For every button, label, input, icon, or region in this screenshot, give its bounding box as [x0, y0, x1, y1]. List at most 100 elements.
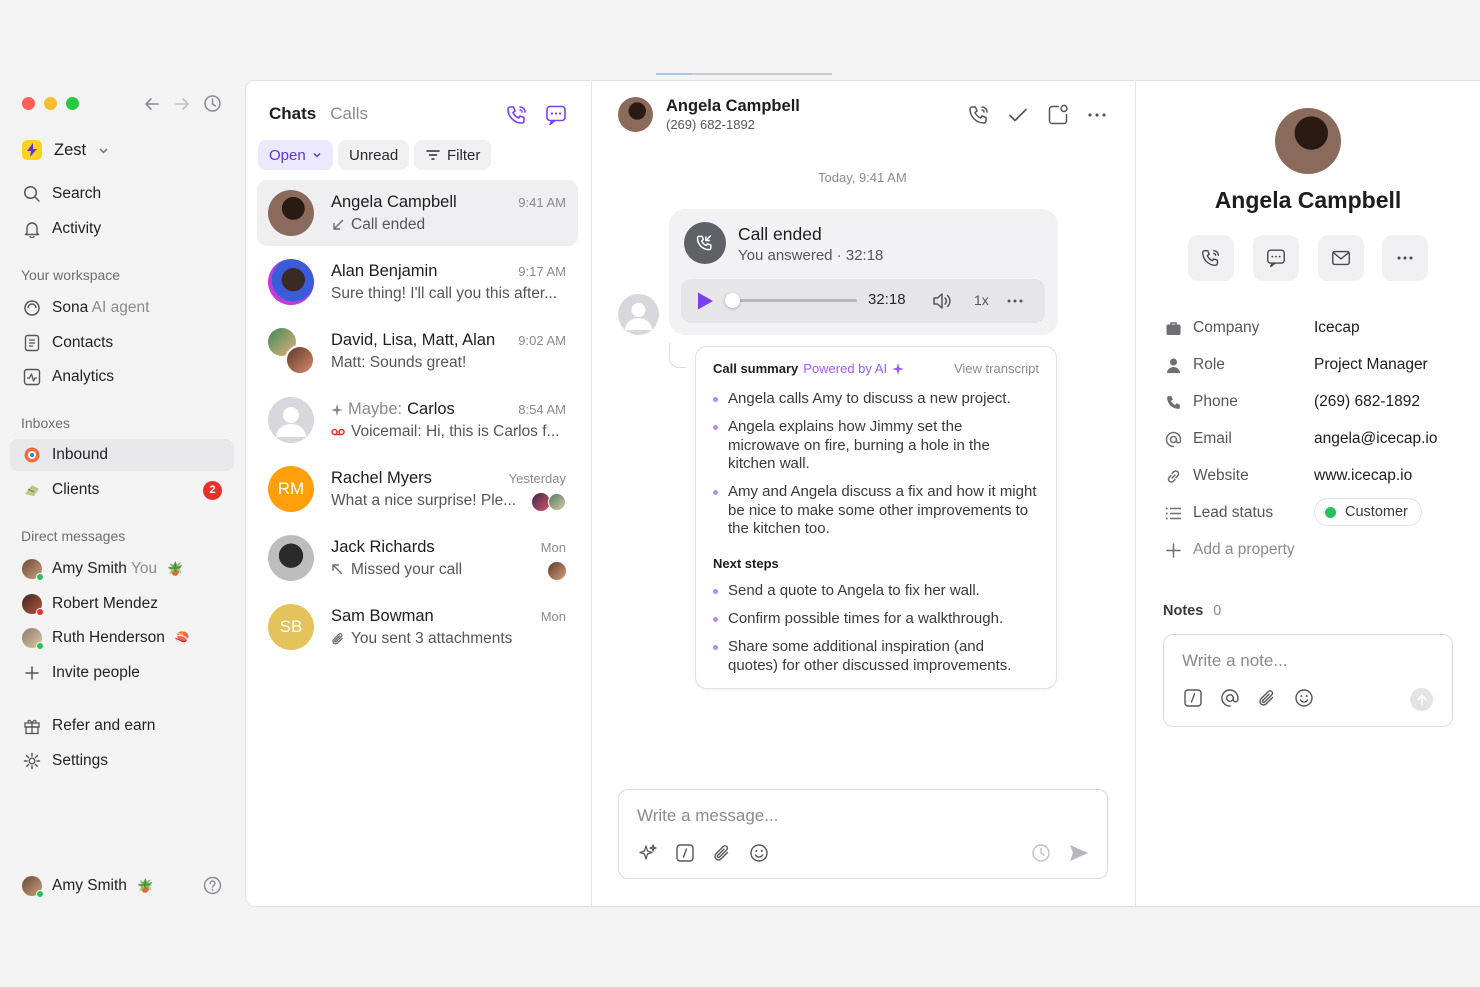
your-workspace-heading: Your workspace	[21, 267, 121, 283]
emoji-icon[interactable]	[1294, 688, 1314, 708]
view-transcript-link[interactable]: View transcript	[954, 361, 1039, 376]
property-value[interactable]: Icecap	[1314, 319, 1360, 337]
chat-time: 9:02 AM	[518, 333, 566, 348]
notes-count: 0	[1213, 603, 1222, 619]
date-separator: Today, 9:41 AM	[818, 170, 907, 185]
message-input[interactable]: Write a message...	[637, 806, 778, 826]
schedule-clock-icon[interactable]	[1031, 843, 1051, 863]
slash-command-icon[interactable]	[675, 843, 695, 863]
property-value[interactable]: angela@icecap.io	[1314, 430, 1437, 448]
contact-message-button[interactable]	[1253, 235, 1299, 281]
paperclip-icon[interactable]	[712, 843, 732, 863]
checkmark-icon[interactable]	[1006, 103, 1030, 127]
next-steps-title: Next steps	[713, 556, 779, 571]
conversation-contact-phone: (269) 682-1892	[666, 117, 755, 132]
chat-row[interactable]: Alan Benjamin 9:17 AM Sure thing! I'll c…	[257, 249, 578, 315]
filter-unread-button[interactable]: Unread	[338, 140, 410, 170]
summary-point: Amy and Angela discuss a fix and how it …	[713, 483, 1037, 537]
note-composer[interactable]: Write a note...	[1163, 634, 1453, 727]
phone-icon	[1163, 392, 1183, 412]
zoom-window-button[interactable]	[66, 97, 79, 110]
slash-command-icon[interactable]	[1183, 688, 1203, 708]
chevron-down-icon	[98, 145, 109, 156]
property-value[interactable]: (269) 682-1892	[1314, 393, 1420, 411]
contact-call-button[interactable]	[1188, 235, 1234, 281]
paperclip-icon[interactable]	[1257, 688, 1277, 708]
contact-more-button[interactable]	[1382, 235, 1428, 281]
playback-track[interactable]	[727, 299, 857, 302]
group-avatar	[268, 328, 315, 375]
add-property-link[interactable]: Add a property	[1193, 541, 1295, 559]
notes-header: Notes 0	[1163, 603, 1221, 619]
unread-count-badge: 2	[203, 480, 222, 500]
play-icon[interactable]	[696, 291, 714, 311]
property-label: Email	[1193, 430, 1232, 447]
filter-label: Filter	[447, 146, 481, 164]
sidebar-item-search[interactable]: Search	[10, 178, 234, 210]
plus-icon	[22, 663, 42, 683]
sidebar-item-contacts[interactable]: Contacts	[10, 327, 234, 359]
minimize-window-button[interactable]	[44, 97, 57, 110]
chat-name: David, Lisa, Matt, Alan	[331, 331, 496, 349]
settings-link[interactable]: Settings	[10, 745, 234, 777]
message-composer[interactable]: Write a message...	[618, 789, 1108, 879]
chat-time: Mon	[540, 609, 566, 624]
next-step: Confirm possible times for a walkthrough…	[713, 610, 1038, 629]
new-message-icon[interactable]	[544, 103, 568, 127]
chat-row[interactable]: David, Lisa, Matt, Alan 9:02 AM Matt: So…	[257, 318, 578, 384]
dm-you-suffix: You	[130, 560, 158, 577]
window-controls[interactable]	[22, 97, 79, 110]
sidebar-item-inbound[interactable]: Inbound	[10, 439, 234, 471]
chat-row[interactable]: RM Rachel Myers Yesterday What a nice su…	[257, 456, 578, 522]
lead-status-pill[interactable]: Customer	[1314, 498, 1422, 526]
volume-icon[interactable]	[931, 290, 953, 312]
invite-people-button[interactable]: Invite people	[10, 657, 234, 689]
snooze-icon[interactable]	[1046, 103, 1070, 127]
workspace-switcher[interactable]: Zest	[22, 140, 109, 160]
more-options-icon[interactable]	[1004, 290, 1026, 312]
contact-email-button[interactable]	[1318, 235, 1364, 281]
tab-chats[interactable]: Chats	[269, 104, 316, 124]
sidebar-item-clients[interactable]: Clients 2	[10, 474, 234, 506]
clock-icon[interactable]	[203, 94, 222, 113]
filter-open-dropdown[interactable]: Open	[258, 140, 333, 170]
sidebar-item-analytics[interactable]: Analytics	[10, 361, 234, 393]
help-icon[interactable]	[203, 876, 222, 895]
current-user-menu[interactable]: Amy Smith 🪴	[10, 870, 234, 902]
filter-button[interactable]: Filter	[414, 140, 492, 170]
sona-suffix: AI agent	[91, 299, 150, 316]
ai-sparkle-icon[interactable]	[638, 843, 658, 863]
property-value[interactable]: Project Manager	[1314, 356, 1428, 374]
tab-calls[interactable]: Calls	[330, 104, 368, 124]
dm-ruth-henderson[interactable]: Ruth Henderson 🍣	[10, 622, 234, 654]
call-icon[interactable]	[967, 103, 991, 127]
sidebar-item-activity[interactable]: Activity	[10, 213, 234, 245]
send-icon[interactable]	[1068, 843, 1090, 863]
chat-row[interactable]: Angela Campbell 9:41 AM Call ended	[257, 180, 578, 246]
chat-row[interactable]: SB Sam Bowman Mon You sent 3 attachments	[257, 594, 578, 660]
chat-row[interactable]: Jack Richards Mon Missed your call	[257, 525, 578, 591]
voicemail-icon	[331, 427, 345, 437]
property-value[interactable]: www.icecap.io	[1314, 467, 1412, 485]
playback-speed-button[interactable]: 1x	[974, 292, 989, 308]
more-options-icon[interactable]	[1085, 103, 1109, 127]
new-call-icon[interactable]	[505, 103, 529, 127]
chat-row[interactable]: Maybe: Carlos 8:54 AM Voicemail: Hi, thi…	[257, 387, 578, 453]
arrow-right-icon[interactable]	[173, 95, 191, 113]
mention-at-icon[interactable]	[1220, 688, 1240, 708]
chat-preview: Missed your call	[351, 561, 463, 578]
emoji-icon[interactable]	[749, 843, 769, 863]
scrub-handle[interactable]	[725, 293, 740, 308]
dm-robert-mendez[interactable]: Robert Mendez	[10, 588, 234, 620]
sidebar-item-sona[interactable]: Sona AI agent	[10, 292, 234, 324]
dm-name: Robert Mendez	[52, 595, 158, 612]
note-input[interactable]: Write a note...	[1182, 651, 1288, 671]
avatar[interactable]	[618, 97, 653, 132]
refer-and-earn-link[interactable]: Refer and earn	[10, 710, 234, 742]
arrow-left-icon[interactable]	[143, 95, 161, 113]
dm-amy-smith[interactable]: Amy Smith You 🪴	[10, 553, 234, 585]
chat-name: Rachel Myers	[331, 469, 432, 487]
plus-icon[interactable]	[1163, 540, 1183, 560]
close-window-button[interactable]	[22, 97, 35, 110]
submit-note-arrow-icon[interactable]	[1410, 688, 1433, 711]
